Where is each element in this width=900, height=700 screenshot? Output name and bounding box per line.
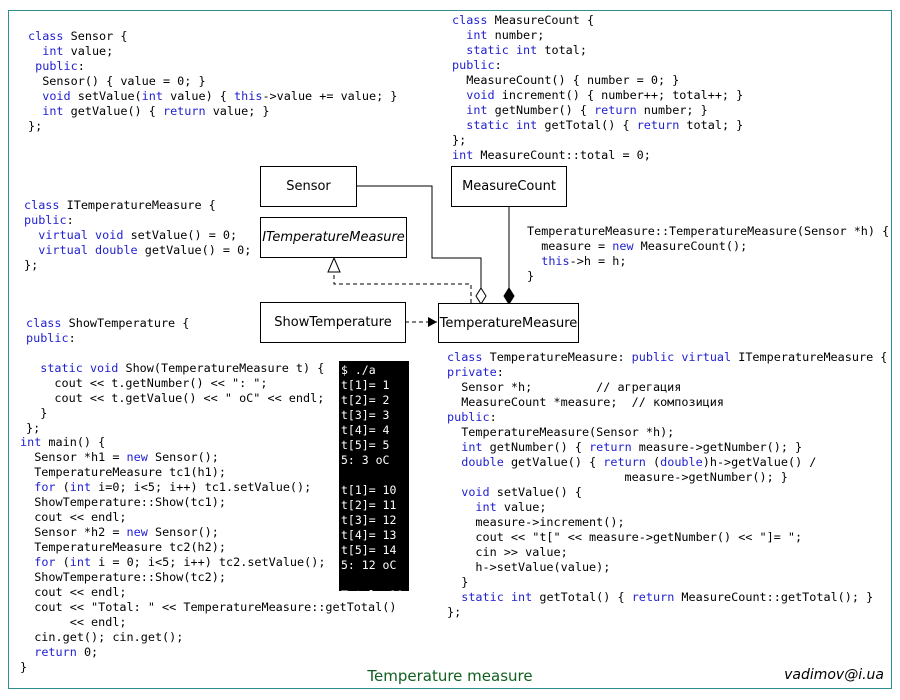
console-line: t[2]= 2 — [341, 393, 390, 407]
console-line: t[4]= 13 — [341, 528, 397, 542]
console-line: t[1]= 1 — [341, 378, 390, 392]
console-line: t[1]= 10 — [341, 483, 397, 497]
uml-box-temperaturemeasure: TemperatureMeasure — [438, 303, 579, 343]
aggregation-diamond — [475, 287, 487, 305]
console-line: t[4]= 4 — [341, 423, 390, 437]
console-output: $ ./a t[1]= 1 t[2]= 2 t[3]= 3 t[4]= 4 t[5]= 5… — [339, 361, 409, 602]
uml-box-sensor: Sensor — [260, 166, 357, 207]
author-email: vadimov@i.ua — [784, 667, 884, 683]
console-line: t[3]= 3 — [341, 408, 390, 422]
diagram-title: Temperature measure — [367, 667, 533, 685]
uml-box-itemperaturemeasure: ITemperatureMeasure — [260, 217, 407, 258]
realization-line — [333, 272, 472, 303]
console-line: t[3]= 12 — [341, 513, 397, 527]
uml-box-showtemperature: ShowTemperature — [260, 302, 406, 343]
uml-class-diagram — [327, 185, 515, 327]
console-line: 5: 3 oC — [341, 453, 390, 467]
console-line: t[5]= 14 — [341, 543, 397, 557]
uml-box-measurecount: MeasureCount — [451, 166, 567, 207]
console-line: t[5]= 5 — [341, 438, 390, 452]
composition-diamond — [503, 287, 515, 305]
console-line: t[2]= 11 — [341, 498, 397, 512]
realization-triangle — [327, 256, 341, 273]
console-line: $ ./a — [341, 363, 376, 377]
console-line: 5: 12 oC — [341, 558, 397, 572]
console-line: Total: 10 — [341, 588, 404, 602]
